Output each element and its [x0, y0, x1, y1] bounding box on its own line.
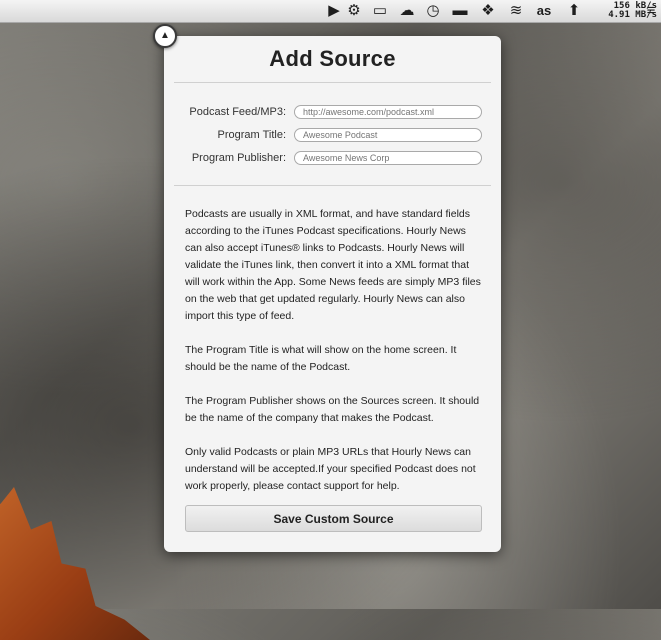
program-title-input[interactable]	[294, 128, 482, 142]
display-icon[interactable]: ▭	[371, 2, 389, 20]
basket-icon[interactable]: ▬	[451, 2, 469, 20]
play-triangle-icon[interactable]: ▶	[325, 2, 343, 20]
lastfm-icon[interactable]: as	[535, 2, 553, 20]
help-paragraph: The Program Title is what will show on t…	[185, 344, 457, 373]
upload-arrow-icon[interactable]: ⬆	[565, 2, 583, 20]
cloud-icon[interactable]: ☁	[398, 2, 416, 20]
help-paragraph: Only valid Podcasts or plain MP3 URLs th…	[185, 446, 476, 492]
help-paragraph: Podcasts are usually in XML format, and …	[185, 208, 481, 322]
podcast-feed-input[interactable]	[294, 105, 482, 119]
menu-bar: ▶ ⚙ ▭ ☁ ◷ ▬ ❖ ≋ as ⬆ 156 kB/s 4.91 MB/s …	[0, 0, 661, 23]
gear-cog-icon[interactable]: ⚙	[345, 2, 363, 20]
program-publisher-label: Program Publisher:	[191, 152, 286, 164]
program-title-label: Program Title:	[217, 129, 286, 141]
divider	[174, 82, 491, 83]
add-source-popover: Add Source Podcast Feed/MP3: Program Tit…	[164, 36, 501, 552]
autumn-leaf-wallpaper	[0, 478, 150, 640]
dialog-title: Add Source	[269, 46, 396, 71]
help-text: Podcasts are usually in XML format, and …	[185, 206, 485, 512]
wifi-icon[interactable]: ≋	[507, 2, 525, 20]
dropbox-icon[interactable]: ❖	[479, 2, 497, 20]
menu-extra-icon[interactable]: ≡	[642, 2, 660, 20]
save-custom-source-button[interactable]: Save Custom Source	[185, 505, 482, 532]
program-publisher-input[interactable]	[294, 151, 482, 165]
clock-icon[interactable]: ◷	[424, 2, 442, 20]
divider	[174, 185, 491, 186]
popover-anchor-icon[interactable]: ▲	[153, 24, 177, 48]
podcast-feed-label: Podcast Feed/MP3:	[189, 106, 286, 118]
help-paragraph: The Program Publisher shows on the Sourc…	[185, 395, 480, 424]
